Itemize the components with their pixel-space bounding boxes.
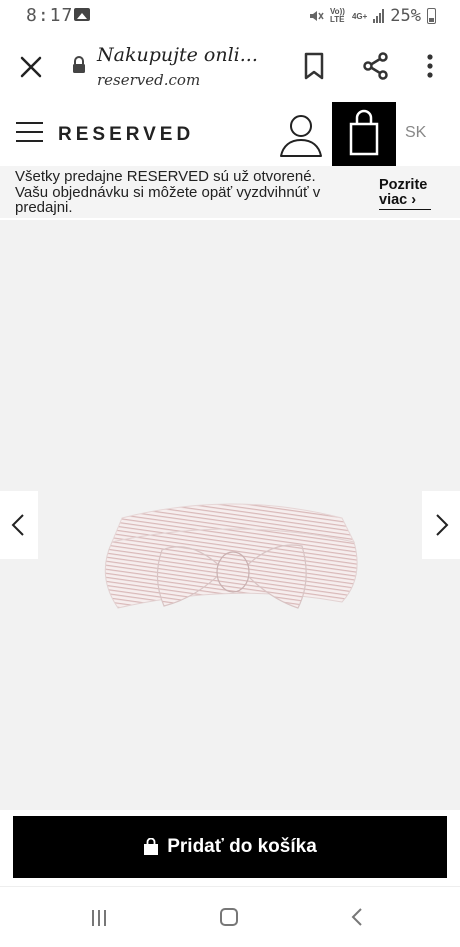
- banner-more-link[interactable]: Pozrite viac ›: [379, 178, 431, 210]
- gallery-prev-button[interactable]: [0, 491, 38, 559]
- signal-icon: [373, 9, 385, 23]
- browser-toolbar: Nakupujte onli... reserved.com: [0, 32, 460, 103]
- network-label: Vo)) LTE: [329, 7, 345, 24]
- product-image-headband[interactable]: [92, 498, 372, 638]
- brand-logo[interactable]: RESERVED: [58, 124, 194, 146]
- bookmark-button[interactable]: [302, 52, 326, 80]
- battery-percent: 25%: [390, 6, 421, 26]
- banner-line-2: Vašu objednávku si môžete opäť vyzdvihnú…: [15, 183, 321, 216]
- chevron-right-icon: [436, 514, 449, 536]
- menu-icon-line: [16, 122, 43, 124]
- menu-icon-line: [16, 131, 43, 133]
- lock-icon: [73, 56, 85, 73]
- close-tab-button[interactable]: [18, 54, 44, 80]
- recent-apps-icon-bar: [98, 910, 100, 926]
- gallery-next-button[interactable]: [422, 491, 460, 559]
- status-bar: 8:17 Vo)) LTE 4G+ 25%: [0, 0, 460, 32]
- share-button[interactable]: [362, 52, 390, 80]
- menu-button[interactable]: [16, 122, 43, 144]
- network-type-label: 4G+: [351, 11, 368, 21]
- language-selector[interactable]: SK: [405, 124, 426, 142]
- product-gallery[interactable]: [0, 220, 460, 810]
- home-button[interactable]: [220, 908, 238, 926]
- chevron-left-icon: [11, 514, 24, 536]
- gallery-notification-icon: [74, 8, 90, 21]
- battery-icon: [427, 8, 436, 24]
- shopping-bag-icon: [144, 838, 159, 855]
- cart-button[interactable]: [332, 102, 396, 166]
- back-button[interactable]: [350, 907, 364, 927]
- recent-apps-icon-bar: [104, 910, 106, 926]
- recent-apps-button[interactable]: [92, 910, 112, 926]
- add-to-cart-label: Pridať do košíka: [167, 836, 317, 857]
- menu-icon-line: [16, 140, 43, 142]
- page-title[interactable]: Nakupujte onli...: [97, 44, 258, 66]
- more-options-button[interactable]: [420, 52, 440, 80]
- page-url[interactable]: reserved.com: [97, 71, 200, 89]
- account-button[interactable]: [278, 112, 324, 158]
- banner-message: Všetky predajne RESERVED sú už otvorené.…: [15, 169, 365, 216]
- status-time: 8:17: [26, 5, 74, 26]
- banner-line-1: Všetky predajne RESERVED sú už otvorené.: [15, 168, 316, 185]
- android-nav-bar: [0, 886, 460, 947]
- shopping-bag-icon: [349, 109, 379, 156]
- site-header: RESERVED SK: [0, 102, 460, 167]
- add-to-cart-button[interactable]: Pridať do košíka: [13, 816, 447, 878]
- status-indicators: Vo)) LTE 4G+ 25%: [308, 6, 436, 26]
- store-info-banner: Všetky predajne RESERVED sú už otvorené.…: [0, 166, 460, 218]
- recent-apps-icon-bar: [92, 910, 94, 926]
- mute-icon: [309, 11, 324, 21]
